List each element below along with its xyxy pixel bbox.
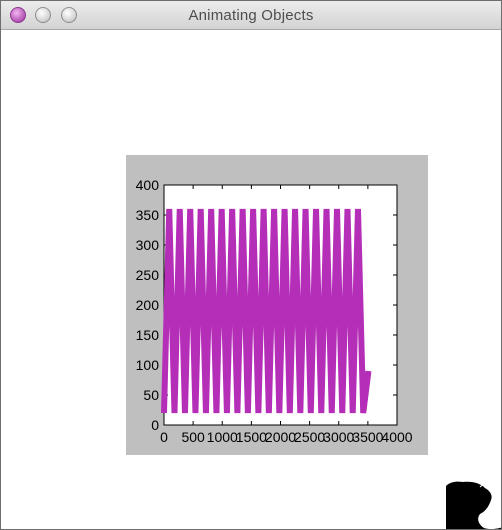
x-tick-label: 2000 <box>265 429 296 445</box>
x-tick-label: 0 <box>160 429 168 445</box>
x-tick-label: 4000 <box>381 429 412 445</box>
line-chart: 0501001502002503003504000 500 100015002000… <box>136 177 413 445</box>
x-tick-label: 3500 <box>352 429 383 445</box>
y-tick-label: 150 <box>136 327 160 343</box>
y-tick-label: 350 <box>136 207 160 223</box>
x-tick-label: 3000 <box>323 429 354 445</box>
app-window: Animating Objects 0 50 100 150 200 250 300 350 4… <box>0 0 502 530</box>
window-title: Animating Objects <box>188 7 314 24</box>
window-content: 0 50 100 150 200 250 300 350 400 0 500 1000 1500 2000… <box>1 30 501 529</box>
x-tick-label: 500 <box>181 429 205 445</box>
silhouette-icon <box>446 481 501 529</box>
y-tick-label: 300 <box>136 237 160 253</box>
y-tick-label: 250 <box>136 267 160 283</box>
plot-figure: 0 50 100 150 200 250 300 350 400 0 500 1000 1500 2000… <box>126 155 428 455</box>
y-tick-label: 50 <box>143 387 159 403</box>
title-bar[interactable]: Animating Objects <box>1 1 501 30</box>
y-tick-label: 400 <box>136 177 160 193</box>
x-tick-label: 2500 <box>294 429 325 445</box>
y-tick-label: 100 <box>136 357 160 373</box>
y-tick-label: 200 <box>136 297 160 313</box>
y-tick-label: 0 <box>151 417 159 433</box>
x-tick-label: 1500 <box>236 429 267 445</box>
x-tick-label: 1000 <box>207 429 238 445</box>
